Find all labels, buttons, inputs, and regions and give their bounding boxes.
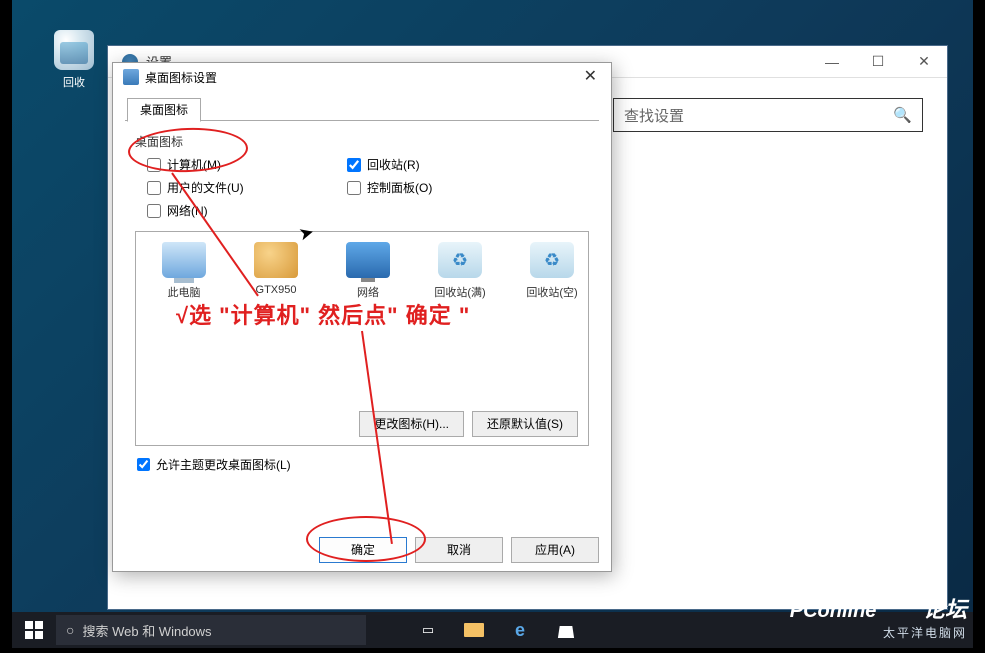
network-icon: [346, 242, 390, 278]
desktop-icon-recycle-bin[interactable]: 回收: [54, 30, 94, 90]
checkbox-recycle[interactable]: 回收站(R): [347, 156, 547, 173]
taskbar-search-placeholder: 搜索 Web 和 Windows: [82, 621, 211, 640]
search-placeholder: 查找设置: [624, 105, 684, 126]
desktop-icon-settings-dialog: 桌面图标设置 ✕ 桌面图标 桌面图标 计算机(M) 回收站(R) 用户的文件(U…: [112, 62, 612, 572]
recycle-bin-icon: [54, 30, 94, 70]
checkbox-network[interactable]: 网络(N): [147, 202, 347, 219]
group-label: 桌面图标: [135, 133, 599, 150]
ok-button[interactable]: 确定: [319, 537, 407, 563]
start-button[interactable]: [12, 612, 56, 648]
close-button[interactable]: ✕: [901, 46, 947, 78]
tab-desktop-icons[interactable]: 桌面图标: [127, 98, 201, 122]
taskbar-search-input[interactable]: ○ 搜索 Web 和 Windows: [56, 615, 366, 645]
task-view-button[interactable]: ▭: [406, 612, 450, 648]
preview-bin-full[interactable]: 回收站(满): [432, 242, 488, 300]
cortana-icon: ○: [66, 622, 74, 638]
desktop-icon-label: 回收: [54, 74, 94, 90]
store-button[interactable]: [544, 612, 588, 648]
checkbox-control-panel[interactable]: 控制面板(O): [347, 179, 547, 196]
cancel-button[interactable]: 取消: [415, 537, 503, 563]
checkbox-computer[interactable]: 计算机(M): [147, 156, 347, 173]
tabstrip: 桌面图标: [125, 97, 599, 121]
checkbox-userfiles[interactable]: 用户的文件(U): [147, 179, 347, 196]
recycle-empty-icon: [530, 242, 574, 278]
checkbox-allow-theme[interactable]: 允许主题更改桌面图标(L): [137, 456, 599, 473]
user-icon: [254, 242, 298, 278]
recycle-full-icon: [438, 242, 482, 278]
edge-button[interactable]: [498, 612, 542, 648]
windows-logo-icon: [25, 621, 43, 639]
dialog-titlebar: 桌面图标设置 ✕: [113, 63, 611, 91]
settings-search-input[interactable]: 查找设置 🔍: [613, 98, 923, 132]
file-explorer-button[interactable]: [452, 612, 496, 648]
preview-network[interactable]: 网络: [340, 242, 396, 300]
apply-button[interactable]: 应用(A): [511, 537, 599, 563]
annotation-text: √选 "计算机" 然后点" 确定 ": [176, 298, 470, 330]
dialog-close-button[interactable]: ✕: [576, 64, 605, 90]
change-icon-button[interactable]: 更改图标(H)...: [359, 411, 464, 437]
preview-user[interactable]: GTX950: [248, 242, 304, 300]
icon-preview-panel: 此电脑 GTX950 网络 回收站(满) 回收站(空) √选 "计算机" 然后点…: [135, 231, 589, 446]
preview-bin-empty[interactable]: 回收站(空): [524, 242, 580, 300]
minimize-button[interactable]: —: [809, 46, 855, 78]
dialog-title-text: 桌面图标设置: [145, 69, 217, 86]
search-icon: 🔍: [893, 106, 912, 124]
preview-this-pc[interactable]: 此电脑: [156, 242, 212, 300]
maximize-button[interactable]: ☐: [855, 46, 901, 78]
dialog-icon: [123, 69, 139, 85]
pc-icon: [162, 242, 206, 278]
restore-default-button[interactable]: 还原默认值(S): [472, 411, 578, 437]
taskbar: ○ 搜索 Web 和 Windows ▭: [12, 612, 973, 648]
